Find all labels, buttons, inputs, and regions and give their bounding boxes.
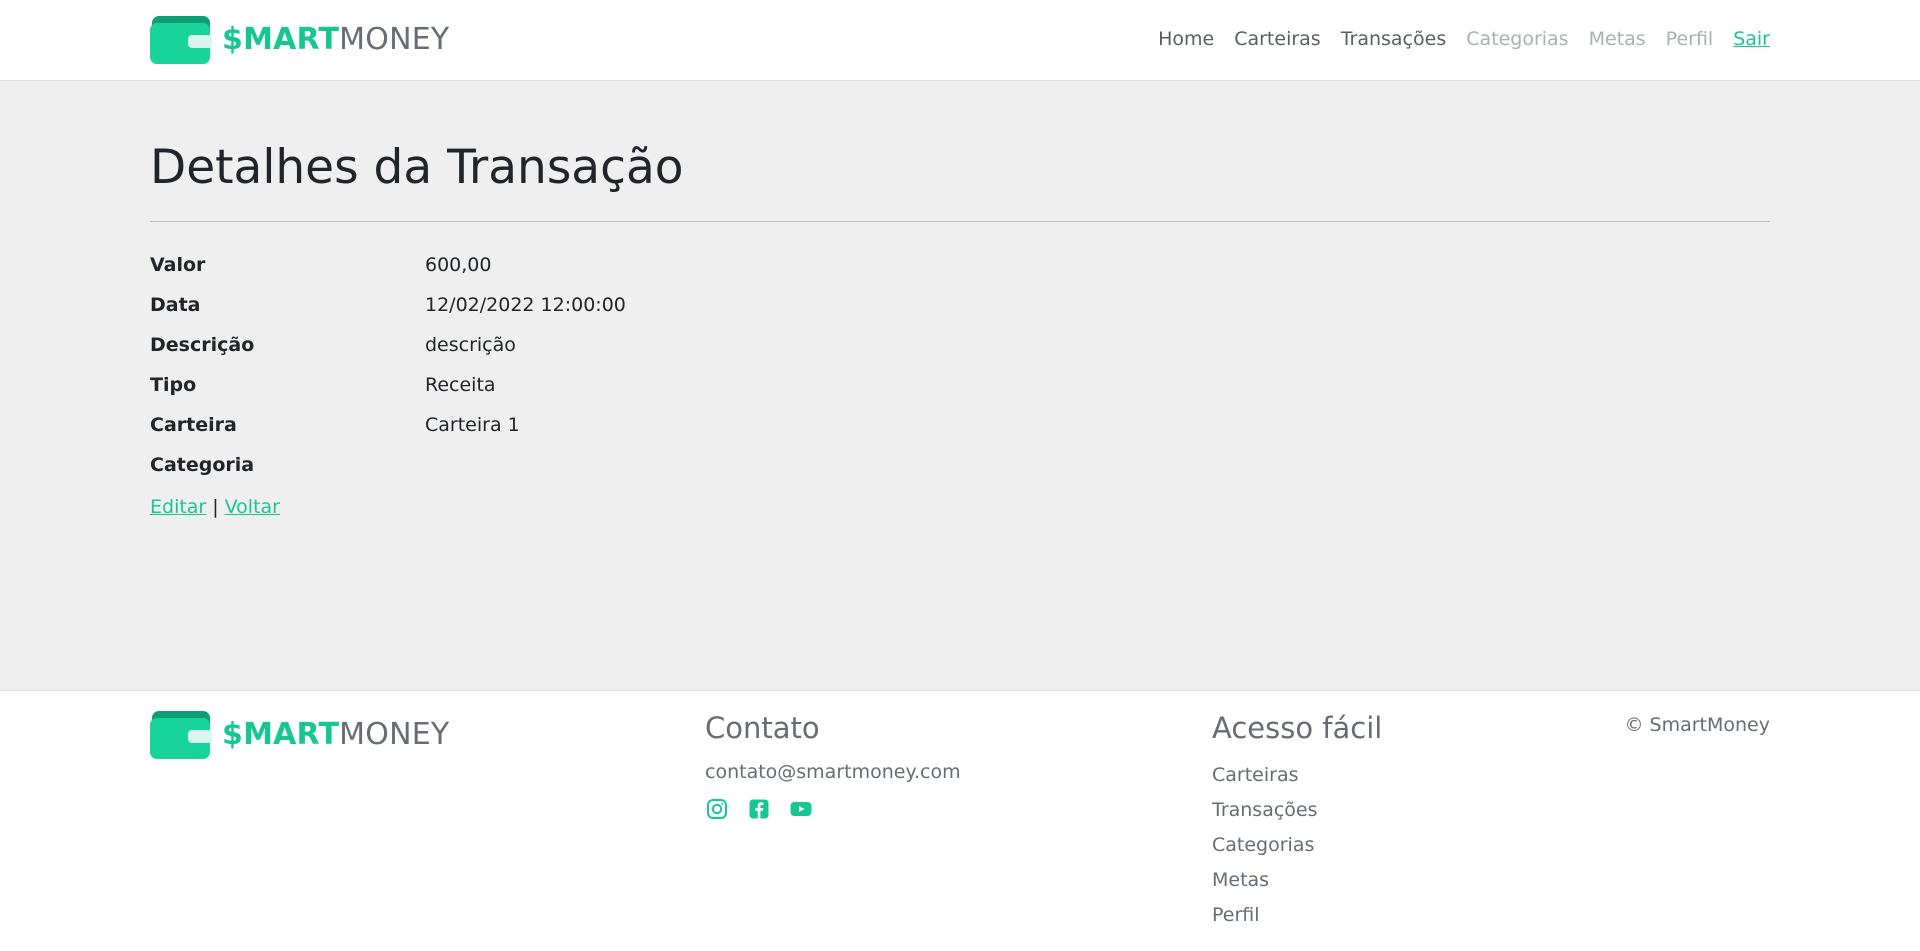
nav-item-perfil[interactable]: Perfil [1666, 28, 1714, 50]
transaction-details: Valor 600,00 Data 12/02/2022 12:00:00 De… [150, 245, 950, 485]
nav-item-metas[interactable]: Metas [1589, 28, 1646, 50]
brand-name-money: MONEY [339, 717, 450, 752]
instagram-icon[interactable] [705, 797, 729, 821]
nav-item-sair[interactable]: Sair [1733, 28, 1770, 50]
contact-email[interactable]: contato@smartmoney.com [705, 761, 961, 783]
detail-row-descricao: Descrição descrição [150, 325, 950, 365]
detail-value: Receita [425, 374, 496, 396]
detail-term: Descrição [150, 334, 255, 356]
detail-term: Categoria [150, 454, 255, 476]
quick-links: Carteiras Transações Categorias Metas Pe… [1212, 757, 1382, 932]
back-link[interactable]: Voltar [225, 496, 280, 518]
page-title: Detalhes da Transação [150, 140, 684, 195]
detail-value: 12/02/2022 12:00:00 [425, 294, 626, 316]
detail-actions: Editar | Voltar [150, 496, 280, 518]
wallet-logo-icon [150, 711, 212, 759]
copyright-text: © SmartMoney [1624, 714, 1770, 736]
youtube-icon[interactable] [789, 797, 813, 821]
detail-row-data: Data 12/02/2022 12:00:00 [150, 285, 950, 325]
footer-brand-name: $MART MONEY [222, 720, 449, 750]
quick-access-heading: Acesso fácil [1212, 711, 1383, 745]
detail-value: descrição [425, 334, 516, 356]
detail-value: Carteira 1 [425, 414, 520, 436]
brand-name-money: MONEY [339, 22, 450, 57]
detail-row-carteira: Carteira Carteira 1 [150, 405, 950, 445]
detail-row-valor: Valor 600,00 [150, 245, 950, 285]
detail-term: Carteira [150, 414, 237, 436]
footer-contact: Contato contato@smartmoney.com [705, 711, 961, 821]
edit-link[interactable]: Editar [150, 496, 206, 518]
nav-item-transacoes[interactable]: Transações [1341, 28, 1447, 50]
detail-value: 600,00 [425, 254, 492, 276]
main-nav: Home Carteiras Transações Categorias Met… [1138, 28, 1770, 50]
brand-name-smart: $MART [222, 22, 340, 57]
quick-link-categorias[interactable]: Categorias [1212, 827, 1382, 862]
detail-row-tipo: Tipo Receita [150, 365, 950, 405]
detail-row-categoria: Categoria [150, 445, 950, 485]
title-divider [150, 221, 1770, 222]
quick-link-carteiras[interactable]: Carteiras [1212, 757, 1382, 792]
page-footer: $MART MONEY Contato contato@smartmoney.c… [0, 690, 1920, 951]
nav-item-carteiras[interactable]: Carteiras [1234, 28, 1321, 50]
brand-logo-link[interactable]: $MART MONEY [150, 16, 449, 64]
social-links [705, 797, 961, 821]
wallet-logo-icon [150, 16, 212, 64]
brand-name: $MART MONEY [222, 25, 449, 55]
facebook-icon[interactable] [747, 797, 771, 821]
quick-link-perfil[interactable]: Perfil [1212, 897, 1382, 932]
footer-quick-access: Acesso fácil Carteiras Transações Catego… [1212, 711, 1382, 932]
quick-link-metas[interactable]: Metas [1212, 862, 1382, 897]
quick-link-transacoes[interactable]: Transações [1212, 792, 1382, 827]
nav-item-home[interactable]: Home [1158, 28, 1214, 50]
top-navbar: $MART MONEY Home Carteiras Transações Ca… [0, 0, 1920, 81]
contact-heading: Contato [705, 711, 820, 745]
detail-term: Data [150, 294, 201, 316]
detail-term: Valor [150, 254, 206, 276]
detail-term: Tipo [150, 374, 197, 396]
nav-item-categorias[interactable]: Categorias [1466, 28, 1568, 50]
footer-brand-logo-link[interactable]: $MART MONEY [150, 711, 449, 759]
action-separator: | [212, 496, 219, 518]
brand-name-smart: $MART [222, 717, 340, 752]
